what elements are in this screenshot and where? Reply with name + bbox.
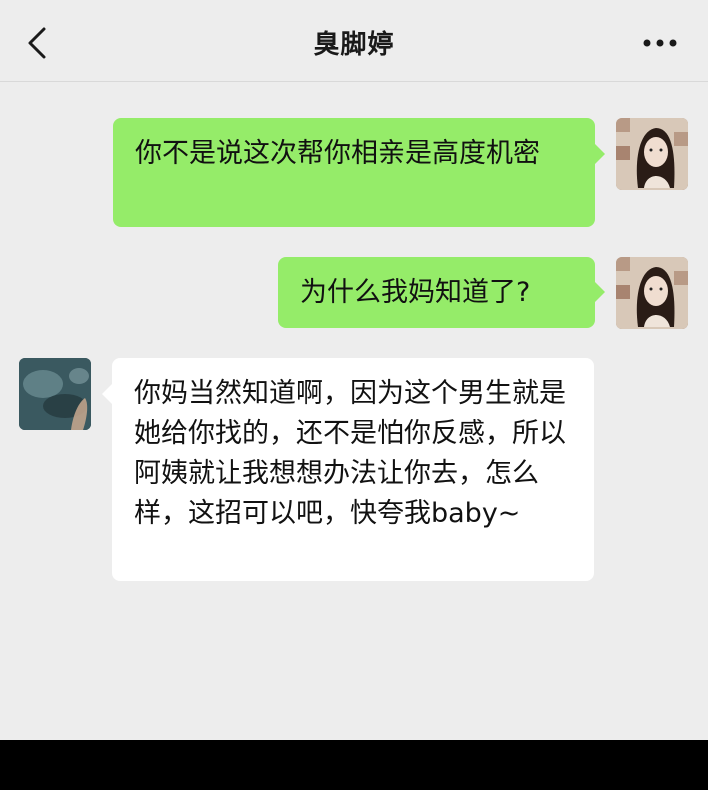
message-bubble-outgoing[interactable]: 你不是说这次帮你相亲是高度机密 [113,118,595,227]
avatar-me[interactable] [616,257,688,329]
ocean-photo-icon [19,358,91,430]
avatar-friend[interactable] [19,358,91,430]
chat-screen: 臭脚婷 你不是说这次帮你相亲是高度机密 为什么我妈知道了? 你妈当然知道啊，因为… [0,0,708,790]
bubble-tail [595,282,605,302]
message-text: 你妈当然知道啊，因为这个男生就是她给你找的，还不是怕你反感，所以阿姨就让我想想办… [134,378,566,529]
woman-portrait-icon [616,118,688,190]
message-bubble-incoming[interactable]: 你妈当然知道啊，因为这个男生就是她给你找的，还不是怕你反感，所以阿姨就让我想想办… [112,358,594,581]
message-bubble-outgoing[interactable]: 为什么我妈知道了? [278,257,595,328]
woman-portrait-icon [616,257,688,329]
bubble-tail [102,384,112,404]
avatar-me[interactable] [616,118,688,190]
message-text: 为什么我妈知道了? [300,277,531,308]
chat-header: 臭脚婷 [0,0,708,82]
bubble-tail [595,144,605,164]
more-dots-icon [643,39,677,47]
message-text: 你不是说这次帮你相亲是高度机密 [135,138,540,169]
chat-title: 臭脚婷 [313,30,395,60]
bottom-black-bar [0,740,708,790]
more-button[interactable] [640,30,680,56]
